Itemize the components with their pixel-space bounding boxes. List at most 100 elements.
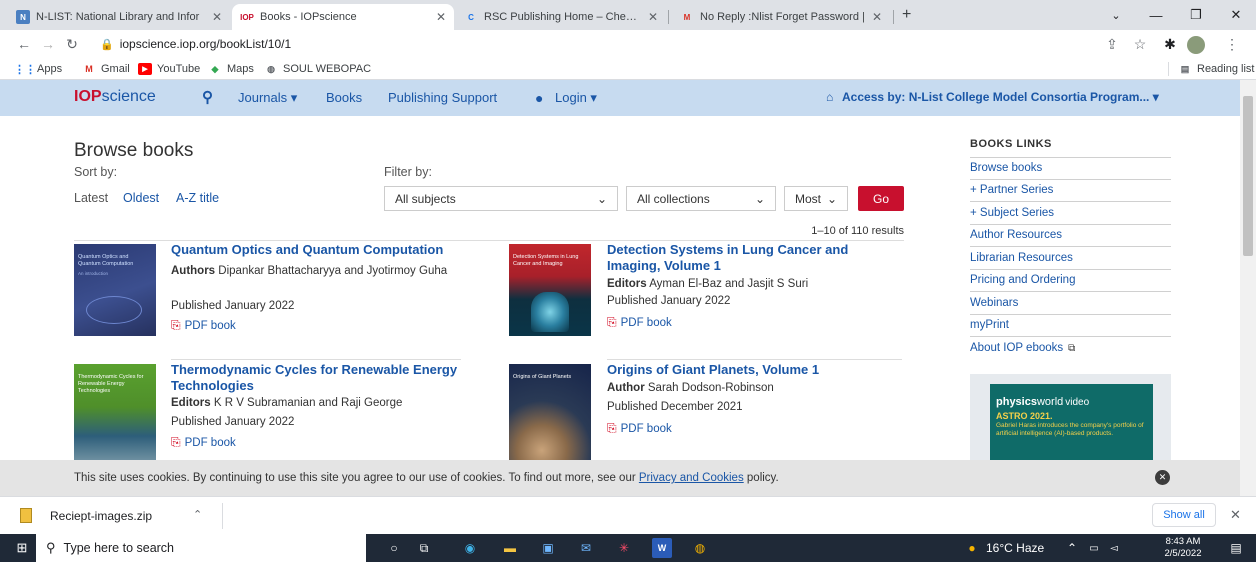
chevron-up-icon[interactable]: ⌃ <box>193 508 202 521</box>
url-bar[interactable]: 🔒 iopscience.iop.org/bookList/10/1 <box>100 33 291 55</box>
sidebar-item-webinars[interactable]: Webinars <box>970 292 1171 315</box>
weather-text[interactable]: 16°C Haze <box>986 541 1044 555</box>
sidebar-item-subject-series[interactable]: + Subject Series <box>970 202 1171 225</box>
sort-oldest[interactable]: Oldest <box>123 191 159 205</box>
access-by-dropdown[interactable]: Access by: N-List College Model Consorti… <box>842 90 1159 104</box>
sidebar-item-author-resources[interactable]: Author Resources <box>970 225 1171 247</box>
book-title[interactable]: Quantum Optics and Quantum Computation <box>171 242 471 258</box>
book-title[interactable]: Thermodynamic Cycles for Renewable Energ… <box>171 362 461 394</box>
download-filename[interactable]: Reciept-images.zip <box>50 509 152 523</box>
nav-books[interactable]: Books <box>326 90 362 105</box>
mail-icon[interactable]: ✉ <box>576 538 596 558</box>
pdf-book-link[interactable]: ⎘ PDF book <box>171 318 236 333</box>
sort-latest[interactable]: Latest <box>74 191 108 205</box>
bookmark-apps[interactable]: ⋮⋮ Apps <box>14 61 62 77</box>
reading-list-button[interactable]: ▤ Reading list <box>1178 61 1255 77</box>
windows-start-icon[interactable]: ⊞ <box>12 538 32 558</box>
collections-select[interactable]: All collections ⌄ <box>626 186 776 211</box>
privacy-cookies-link[interactable]: Privacy and Cookies <box>639 472 744 484</box>
new-tab-icon[interactable]: + <box>902 6 911 24</box>
close-tab-icon[interactable]: ✕ <box>436 10 446 24</box>
close-tab-icon[interactable]: ✕ <box>648 10 658 24</box>
back-icon[interactable]: ← <box>14 35 34 53</box>
network-icon[interactable]: ▭ <box>1084 538 1104 558</box>
word-icon[interactable]: W <box>652 538 672 558</box>
pdf-label: PDF book <box>184 436 236 449</box>
bookmark-soul[interactable]: ◍ SOUL WEBOPAC <box>264 61 371 77</box>
pdf-label: PDF book <box>620 316 672 329</box>
search-icon[interactable]: ⚲ <box>202 88 213 106</box>
cover-text: An introduction <box>78 271 109 276</box>
go-button[interactable]: Go <box>858 186 904 211</box>
book-title[interactable]: Detection Systems in Lung Cancer and Ima… <box>607 242 902 274</box>
zip-file-icon <box>20 508 32 523</box>
file-explorer-icon[interactable]: ▬ <box>500 538 520 558</box>
snip-tool-icon[interactable]: ✳ <box>614 538 634 558</box>
store-icon[interactable]: ▣ <box>538 538 558 558</box>
edge-icon[interactable]: ◉ <box>460 538 480 558</box>
share-icon[interactable]: ⇪ <box>1102 35 1122 53</box>
close-cookie-icon[interactable]: ✕ <box>1155 470 1170 485</box>
sidebar-item-browse-books[interactable]: Browse books <box>970 157 1171 180</box>
pdf-book-link[interactable]: ⎘ PDF book <box>607 421 672 436</box>
profile-avatar[interactable] <box>1187 36 1205 54</box>
tab-rsc[interactable]: C RSC Publishing Home – Chemical ✕ <box>456 4 666 30</box>
pdf-book-link[interactable]: ⎘ PDF book <box>607 315 672 330</box>
cortana-icon[interactable]: ○ <box>384 538 404 558</box>
menu-icon[interactable]: ⋮ <box>1222 35 1242 53</box>
pdf-icon: ⎘ <box>607 421 617 435</box>
iopscience-logo[interactable]: IOPscience <box>74 88 156 106</box>
task-view-icon[interactable]: ⧉ <box>414 538 434 558</box>
tab-iopscience[interactable]: IOP Books - IOPscience ✕ <box>232 4 454 30</box>
book-cover-giant-planets[interactable]: Origins of Giant Planets <box>509 364 591 460</box>
sidebar-item-myprint[interactable]: myPrint <box>970 315 1171 337</box>
notifications-icon[interactable]: ▤ <box>1226 538 1246 558</box>
subjects-select[interactable]: All subjects ⌄ <box>384 186 618 211</box>
tab-nlist[interactable]: N N-LIST: National Library and Infor ✕ <box>8 4 230 30</box>
close-tab-icon[interactable]: ✕ <box>872 10 882 24</box>
book-cover-thermodynamic[interactable]: Thermodynamic Cycles for Renewable Energ… <box>74 364 156 460</box>
sidebar-item-about-ebooks[interactable]: About IOP ebooks ⧉ <box>970 337 1171 360</box>
bookmark-star-icon[interactable]: ☆ <box>1130 35 1150 53</box>
sort-label: Sort by: <box>74 165 118 179</box>
book-authors: Authors Dipankar Bhattacharyya and Jyoti… <box>171 261 461 281</box>
sidebar-item-partner-series[interactable]: + Partner Series <box>970 180 1171 202</box>
bookmark-gmail[interactable]: M Gmail <box>82 61 129 77</box>
chrome-icon[interactable]: ◍ <box>690 538 710 558</box>
speaker-icon[interactable]: ◅ <box>1104 538 1124 558</box>
chevron-down-icon: ⌄ <box>596 191 607 206</box>
taskbar-clock[interactable]: 8:43 AM 2/5/2022 <box>1158 536 1208 560</box>
tab-search-icon[interactable]: ⌄ <box>1096 0 1136 30</box>
sidebar-item-pricing-ordering[interactable]: Pricing and Ordering <box>970 270 1171 292</box>
bookmark-youtube[interactable]: ▶ YouTube <box>138 61 200 77</box>
extensions-icon[interactable]: ✱ <box>1160 35 1180 53</box>
taskbar-search-box[interactable]: ⚲ Type here to search <box>36 534 366 562</box>
scrollbar-thumb[interactable] <box>1243 96 1253 256</box>
sidebar-item-librarian-resources[interactable]: Librarian Resources <box>970 247 1171 270</box>
bookmark-maps[interactable]: ◆ Maps <box>208 61 254 77</box>
show-all-button[interactable]: Show all <box>1152 503 1216 527</box>
restore-icon[interactable]: ❐ <box>1176 0 1216 30</box>
sort-most-select[interactable]: Most ⌄ <box>784 186 848 211</box>
reload-icon[interactable]: ↻ <box>62 35 82 53</box>
close-window-icon[interactable]: ✕ <box>1216 0 1256 30</box>
cover-text: Thermodynamic Cycles for Renewable Energ… <box>78 374 144 394</box>
pdf-book-link[interactable]: ⎘ PDF book <box>171 435 236 450</box>
physicsworld-video-ad[interactable]: physicsworld video ASTRO 2021. Gabriel Ha… <box>990 384 1153 460</box>
maps-icon: ◆ <box>211 63 219 74</box>
divider <box>222 503 223 529</box>
nav-journals[interactable]: Journals ▾ <box>238 90 297 106</box>
book-title[interactable]: Origins of Giant Planets, Volume 1 <box>607 362 902 378</box>
forward-icon[interactable]: → <box>38 35 58 53</box>
advert-panel[interactable]: physicsworld video ASTRO 2021. Gabriel Ha… <box>970 374 1171 460</box>
sort-az-title[interactable]: A-Z title <box>176 191 219 205</box>
book-cover-quantum-optics[interactable]: Quantum Optics and Quantum Computation A… <box>74 244 156 336</box>
book-cover-lung-cancer[interactable]: Detection Systems in Lung Cancer and Ima… <box>509 244 591 336</box>
nav-login[interactable]: Login ▾ <box>555 90 597 106</box>
tab-gmail[interactable]: M No Reply :Nlist Forget Password | ✕ <box>672 4 890 30</box>
nav-publishing-support[interactable]: Publishing Support <box>388 90 497 105</box>
minimize-icon[interactable]: — <box>1136 0 1176 30</box>
show-hidden-icons-icon[interactable]: ⌃ <box>1062 538 1082 558</box>
close-tab-icon[interactable]: ✕ <box>212 10 222 24</box>
close-download-bar-icon[interactable]: ✕ <box>1230 507 1241 523</box>
